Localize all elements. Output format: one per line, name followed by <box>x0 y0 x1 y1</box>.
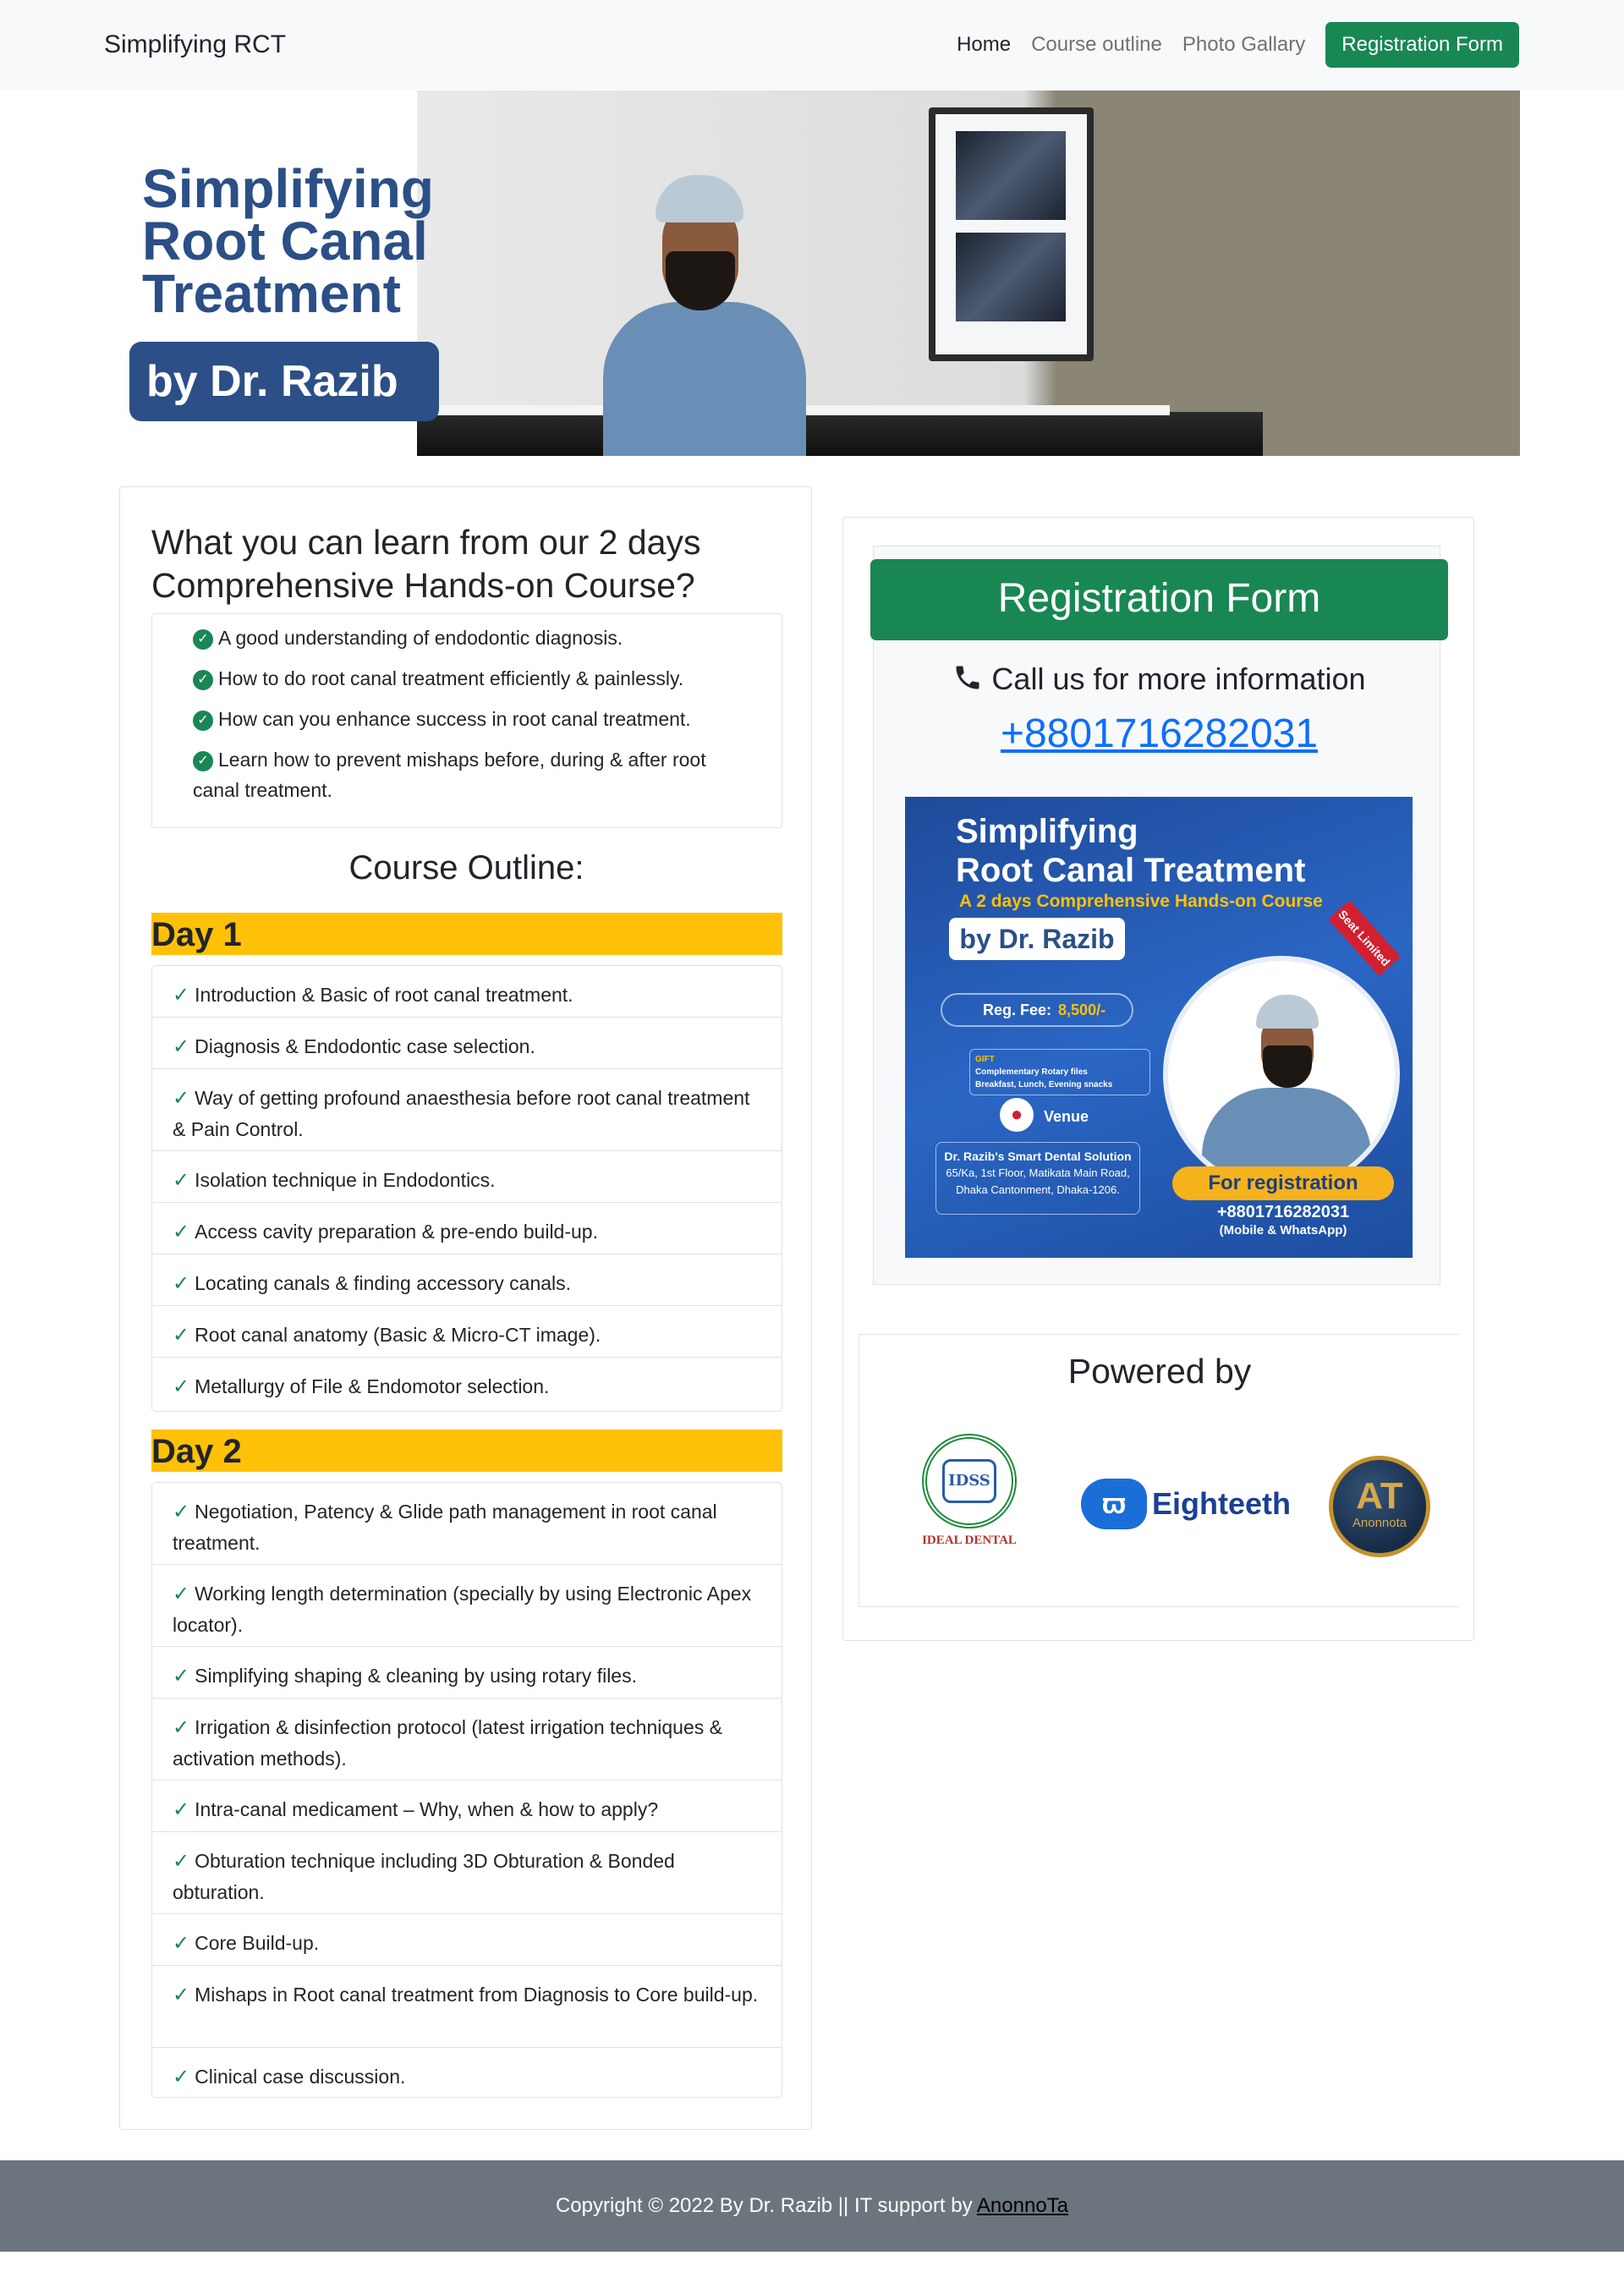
check-icon: ✓ <box>173 1087 190 1110</box>
list-item: ✓ Metallurgy of File & Endomotor selectio… <box>152 1357 782 1411</box>
course-poster-image: Simplifying Root Canal Treatment A 2 day… <box>905 797 1413 1258</box>
poster-gift: GIFT Complementary Rotary files Breakfas… <box>969 1049 1150 1095</box>
poster-doctor-photo <box>1163 956 1400 1193</box>
nav-course-outline[interactable]: Course outline <box>1031 33 1162 57</box>
list-item: ✓ Core Build-up. <box>152 1913 782 1965</box>
list-item: ✓ Diagnosis & Endodontic case selection. <box>152 1017 782 1068</box>
check-icon: ✓ <box>173 1375 190 1398</box>
check-icon: ✓ <box>173 1501 190 1523</box>
poster-venue: Venue <box>1044 1108 1089 1125</box>
list-item: ✓ Way of getting profound anaesthesia bef… <box>152 1068 782 1150</box>
footer: Copyright © 2022 By Dr. Razib || IT supp… <box>0 2160 1624 2252</box>
learn-item: ✓ How to do root canal treatment efficien… <box>193 663 768 694</box>
list-item: ✓ Isolation technique in Endodontics. <box>152 1150 782 1202</box>
nav-home[interactable]: Home <box>957 33 1011 57</box>
nav-registration-button[interactable]: Registration Form <box>1325 22 1519 68</box>
powered-by-section: Powered by IDSS IDEAL DENTAL ϖ Eighteeth… <box>859 1334 1459 1607</box>
poster-subtitle: A 2 days Comprehensive Hands-on Course <box>959 892 1323 911</box>
course-card: What you can learn from our 2 days Compr… <box>119 486 812 2130</box>
check-circle-icon: ✓ <box>193 710 213 731</box>
copyright-text: Copyright © 2022 By Dr. Razib || IT supp… <box>555 2194 977 2217</box>
list-item: ✓ Locating canals & finding accessory can… <box>152 1254 782 1305</box>
check-icon: ✓ <box>173 1169 190 1192</box>
check-icon: ✓ <box>173 1221 190 1243</box>
eighteeth-logo: ϖ Eighteeth <box>1081 1479 1291 1529</box>
xray-viewer-image <box>929 107 1094 361</box>
check-icon: ✓ <box>173 1932 190 1955</box>
check-icon: ✓ <box>173 1984 190 2006</box>
poster-title: Simplifying Root Canal Treatment <box>956 813 1306 889</box>
it-support-link[interactable]: AnonnoTa <box>977 2194 1068 2217</box>
learn-list: ✓ A good understanding of endodontic diag… <box>151 613 782 828</box>
hero-badge: by Dr. Razib <box>129 342 439 421</box>
ideal-dental-logo: IDSS IDEAL DENTAL <box>917 1434 1022 1547</box>
list-item: ✓ Intra-canal medicament – Why, when & ho… <box>152 1780 782 1831</box>
check-icon: ✓ <box>173 1798 190 1821</box>
check-icon: ✓ <box>173 1324 190 1347</box>
day2-list: ✓ Negotiation, Patency & Glide path manag… <box>151 1482 782 2098</box>
list-item: ✓ Irrigation & disinfection protocol (lat… <box>152 1698 782 1780</box>
check-icon: ✓ <box>173 1035 190 1058</box>
learn-item: ✓ How can you enhance success in root can… <box>193 704 768 734</box>
check-icon: ✓ <box>173 1583 190 1605</box>
check-circle-icon: ✓ <box>193 628 213 650</box>
navbar: Simplifying RCT Home Course outline Phot… <box>0 0 1624 91</box>
poster-phone: +8801716282031 (Mobile & WhatsApp) <box>1216 1203 1350 1238</box>
check-icon: ✓ <box>173 2066 190 2088</box>
list-item: ✓ Access cavity preparation & pre-endo bu… <box>152 1202 782 1254</box>
powered-by-title: Powered by <box>1067 1352 1252 1391</box>
learn-item: ✓ Learn how to prevent mishaps before, du… <box>193 749 706 801</box>
nav-photo-gallery[interactable]: Photo Gallary <box>1182 33 1305 57</box>
list-item: ✓ Obturation technique including 3D Obtur… <box>152 1831 782 1913</box>
brand-link[interactable]: Simplifying RCT <box>104 30 286 59</box>
list-item: ✓ Simplifying shaping & cleaning by using… <box>152 1646 782 1698</box>
call-text: Call us for more information <box>991 661 1366 696</box>
day1-header: Day 1 <box>151 913 782 955</box>
course-outline-title: Course Outline: <box>348 849 584 886</box>
learn-title: What you can learn from our 2 days Compr… <box>151 523 701 605</box>
hero-title: Simplifying Root Canal Treatment <box>142 158 434 324</box>
call-info: Call us for more information <box>843 661 1475 697</box>
poster-registration: For registration <box>1172 1166 1394 1200</box>
registration-card: Registration Form Call us for more infor… <box>842 517 1474 1641</box>
poster-address: Dr. Razib's Smart Dental Solution 65/Ka,… <box>935 1142 1140 1215</box>
nav-links: Home Course outline Photo Gallary Regist… <box>957 22 1519 68</box>
day1-list: ✓ Introduction & Basic of root canal trea… <box>151 965 782 1412</box>
check-icon: ✓ <box>173 1665 190 1688</box>
check-icon: ✓ <box>173 1850 190 1873</box>
hero-floor <box>417 412 1263 456</box>
list-item: ✓ Root canal anatomy (Basic & Micro-CT im… <box>152 1305 782 1357</box>
list-item: ✓ Negotiation, Patency & Glide path manag… <box>173 1501 717 1554</box>
registration-form-header[interactable]: Registration Form <box>870 559 1448 640</box>
anonnota-logo: AT Anonnota <box>1329 1456 1430 1557</box>
check-icon: ✓ <box>173 984 190 1007</box>
doctor-photo <box>603 175 806 456</box>
list-item: ✓ Working length determination (specially… <box>152 1564 782 1646</box>
phone-link[interactable]: +8801716282031 <box>843 711 1475 757</box>
poster-by: by Dr. Razib <box>949 918 1125 960</box>
poster-ribbon: Seat Limited <box>1328 900 1401 976</box>
phone-icon <box>952 661 991 696</box>
check-circle-icon: ✓ <box>193 669 213 690</box>
hero-banner: Simplifying Root Canal Treatment by Dr. … <box>104 91 1520 456</box>
check-icon: ✓ <box>173 1716 190 1739</box>
list-item: ✓ Clinical case discussion. <box>152 2047 782 2097</box>
learn-item: ✓ A good understanding of endodontic diag… <box>193 623 768 653</box>
poster-fee: Reg. Fee: 8,500/- <box>941 993 1133 1027</box>
check-icon: ✓ <box>173 1272 190 1295</box>
location-pin-icon: ● <box>1000 1098 1034 1132</box>
list-item: ✓ Mishaps in Root canal treatment from Di… <box>152 1965 782 2047</box>
check-circle-icon: ✓ <box>193 750 213 771</box>
list-item: ✓ Introduction & Basic of root canal trea… <box>173 984 573 1007</box>
day2-header: Day 2 <box>151 1430 782 1472</box>
